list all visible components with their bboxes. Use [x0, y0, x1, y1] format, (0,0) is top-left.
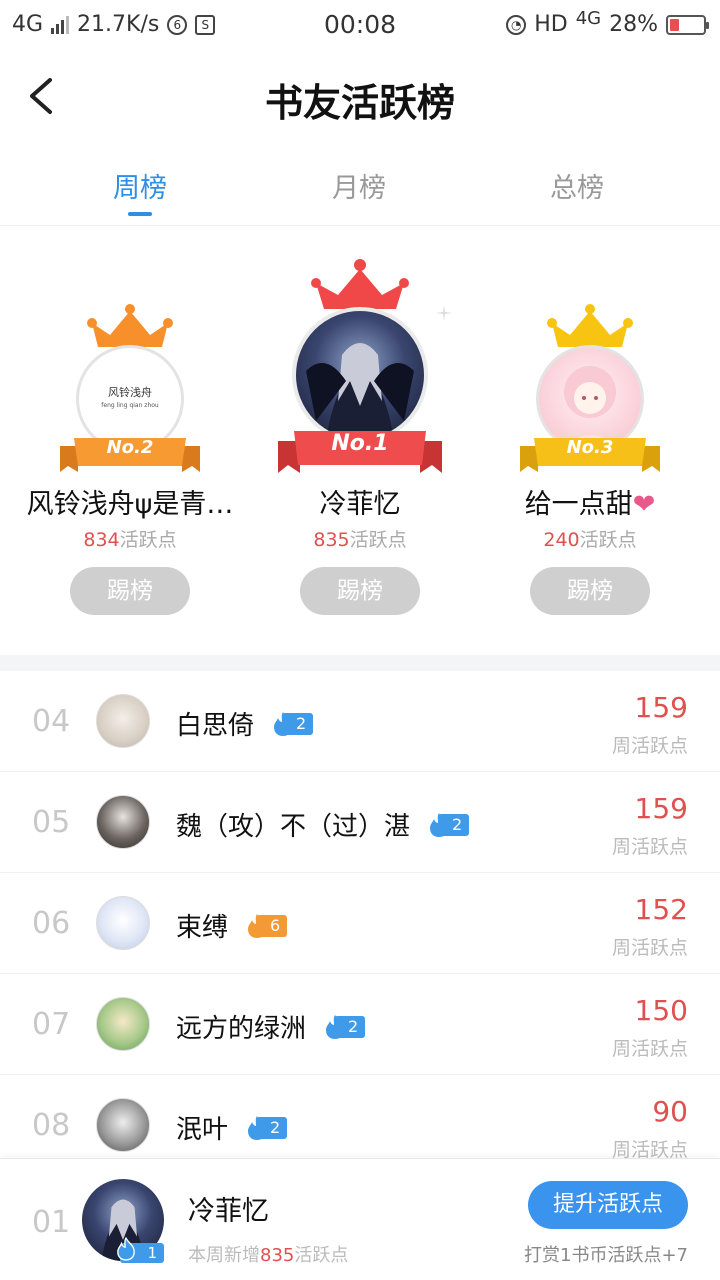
tab-active-indicator [128, 212, 152, 216]
weekly-score: 90 [652, 1095, 688, 1128]
rank-number: 07 [32, 1007, 71, 1042]
rank-number: 08 [32, 1108, 71, 1143]
rank-list: 04 白思倚 2 159 周活跃点 05 魏（攻）不（过）湛 2 159 周活跃点 … [0, 671, 720, 1176]
podium-name[interactable]: 冷菲忆 [240, 482, 480, 521]
crown-icon [311, 259, 409, 309]
list-item[interactable]: 05 魏（攻）不（过）湛 2 159 周活跃点 [0, 772, 720, 873]
fire-level-badge: 2 [324, 1014, 366, 1040]
hd-label: HD [534, 12, 568, 37]
user-name[interactable]: 白思倚 2 [176, 705, 314, 742]
my-weekly-gain: 本周新增835活跃点 [188, 1245, 349, 1266]
weekly-score-label: 周活跃点 [611, 836, 688, 858]
battery-percent: 28% [609, 12, 658, 37]
podium-score: 240活跃点 [543, 529, 637, 551]
rank-number: 05 [32, 805, 71, 840]
kick-button[interactable]: 踢榜 [300, 567, 420, 615]
my-fire-level-badge: 1 [117, 1237, 164, 1263]
network-type-2: 4G [575, 8, 602, 29]
header: 书友活跃榜 [0, 52, 720, 144]
avatar-caption-pinyin: feng ling qian zhou [101, 402, 159, 409]
rank-badge: No.2 [106, 437, 154, 458]
tab-monthly-label: 月榜 [332, 173, 386, 204]
avatar-figure [306, 343, 414, 439]
my-name: 冷菲忆 [188, 1196, 269, 1227]
tab-bar: 周榜 月榜 总榜 [0, 148, 720, 226]
avatar[interactable] [292, 307, 428, 443]
sparkle-icon [436, 305, 452, 321]
tab-total[interactable]: 总榜 [497, 166, 657, 205]
reward-hint: 打赏1书币活跃点+7 [524, 1245, 688, 1266]
tab-total-label: 总榜 [550, 173, 604, 204]
avatar[interactable] [96, 694, 150, 748]
weekly-score: 159 [634, 691, 688, 724]
podium-name[interactable]: 给一点甜❤ [470, 482, 710, 521]
weekly-score: 150 [634, 994, 688, 1027]
podium-first: No.1 冷菲忆 835活跃点 踢榜 [240, 227, 480, 655]
crown-icon [547, 304, 633, 347]
podium-score: 834活跃点 [83, 529, 177, 551]
podium-name[interactable]: 风铃浅舟ψ是青… [10, 482, 250, 521]
list-item[interactable]: 06 束缚 6 152 周活跃点 [0, 873, 720, 974]
avatar-caption: 风铃浅舟 [108, 386, 152, 399]
fire-level-badge: 2 [428, 812, 470, 838]
avatar[interactable] [96, 795, 150, 849]
weekly-score-label: 周活跃点 [611, 735, 688, 757]
crown-icon [87, 304, 173, 347]
podium-score: 835活跃点 [313, 529, 407, 551]
weekly-score: 159 [634, 792, 688, 825]
avatar[interactable] [96, 896, 150, 950]
avatar[interactable] [96, 997, 150, 1051]
my-rank-bar: 01 1 冷菲忆 本周新增835活跃点 提升活跃点 打赏1书币活跃点+7 [0, 1158, 720, 1280]
user-name[interactable]: 泯叶 2 [176, 1109, 288, 1146]
kick-button[interactable]: 踢榜 [70, 567, 190, 615]
alarm-icon: ◔ [506, 14, 527, 35]
heart-icon: ❤ [632, 489, 656, 520]
my-rank-number: 01 [32, 1205, 71, 1240]
user-name[interactable]: 远方的绿洲 2 [176, 1008, 366, 1045]
kick-button[interactable]: 踢榜 [530, 567, 650, 615]
podium-third: No.3 给一点甜❤ 240活跃点 踢榜 [470, 227, 710, 655]
weekly-score-label: 周活跃点 [611, 937, 688, 959]
rank-badge: No.3 [566, 437, 614, 458]
section-divider [0, 655, 720, 671]
status-bar: 4G 21.7K/s 6 S 00:08 ◔ HD 4G 28% [0, 0, 720, 52]
tab-weekly[interactable]: 周榜 [60, 166, 220, 216]
rank-badge: No.1 [331, 431, 389, 456]
tab-monthly[interactable]: 月榜 [279, 166, 439, 205]
user-name[interactable]: 魏（攻）不（过）湛 2 [176, 806, 470, 843]
rank-number: 04 [32, 704, 71, 739]
fire-icon [117, 1237, 135, 1261]
page-title: 书友活跃榜 [264, 80, 455, 125]
boost-activity-button[interactable]: 提升活跃点 [528, 1181, 688, 1229]
user-name[interactable]: 束缚 6 [176, 907, 288, 944]
avatar[interactable] [96, 1098, 150, 1152]
fire-level-badge: 2 [272, 711, 314, 737]
list-item[interactable]: 07 远方的绿洲 2 150 周活跃点 [0, 974, 720, 1075]
top-three-podium: 风铃浅舟 feng ling qian zhou No.2 风铃浅舟ψ是青… 8… [0, 227, 720, 655]
podium-second: 风铃浅舟 feng ling qian zhou No.2 风铃浅舟ψ是青… 8… [10, 227, 250, 655]
tab-weekly-label: 周榜 [113, 173, 167, 204]
weekly-score-label: 周活跃点 [611, 1038, 688, 1060]
fire-level-badge: 2 [246, 1115, 288, 1141]
battery-icon [666, 14, 709, 35]
list-item[interactable]: 04 白思倚 2 159 周活跃点 [0, 671, 720, 772]
rank-number: 06 [32, 906, 71, 941]
weekly-score: 152 [634, 893, 688, 926]
fire-level-badge: 6 [246, 913, 288, 939]
